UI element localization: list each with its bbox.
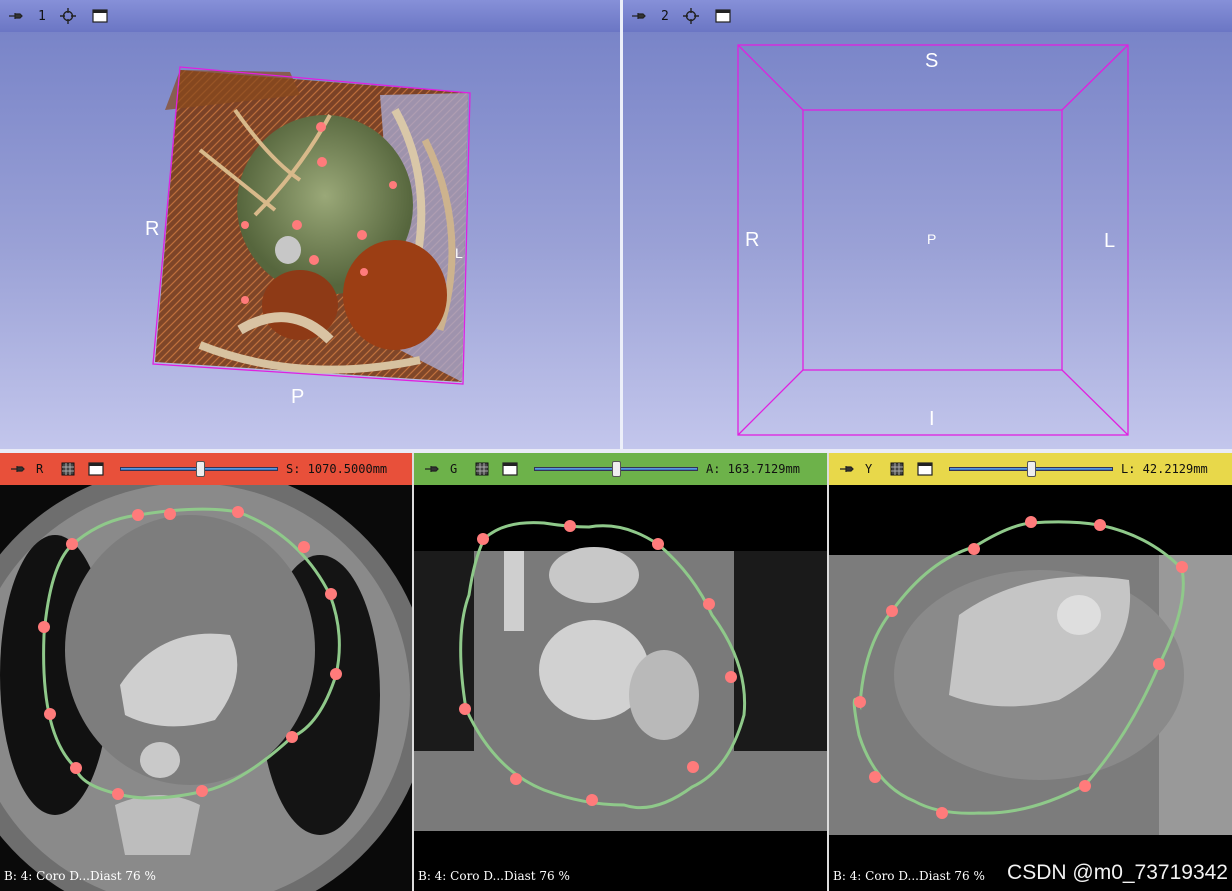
slice-offset-readout: A: 163.7129mm xyxy=(706,462,800,476)
slice-letter: R xyxy=(36,462,44,476)
orientation-top-label: S xyxy=(925,50,939,72)
pin-icon[interactable] xyxy=(8,459,28,479)
slice-info-label: B: 4: Coro D...Diast 76 % xyxy=(4,869,156,883)
coronal-ct-image xyxy=(414,485,827,891)
pin-icon[interactable] xyxy=(422,459,442,479)
slicer-layout: 1 R L P 2 S R P L I R S: 1070.5000mm B: … xyxy=(0,0,1232,891)
orientation-left-label: R xyxy=(145,218,160,240)
slider-thumb[interactable] xyxy=(196,461,205,477)
link-grid-icon[interactable] xyxy=(887,459,907,479)
slice-letter: G xyxy=(450,462,458,476)
orientation-right-label: L xyxy=(1104,230,1116,252)
slider-thumb[interactable] xyxy=(612,461,621,477)
slice-view-green[interactable]: G A: 163.7129mm B: 4: Coro D...Diast 76 … xyxy=(414,453,827,891)
3d-view-1[interactable]: 1 R L P xyxy=(0,0,620,449)
slice-offset-slider[interactable] xyxy=(949,461,1113,477)
sagittal-ct-image xyxy=(829,485,1232,891)
slice-view-yellow[interactable]: Y L: 42.2129mm B: 4: Coro D...Diast 76 %… xyxy=(829,453,1232,891)
slice-red-toolbar: R S: 1070.5000mm xyxy=(0,453,412,485)
slice-view-red[interactable]: R S: 1070.5000mm B: 4: Coro D...Diast 76… xyxy=(0,453,412,891)
slice-info-label: B: 4: Coro D...Diast 76 % xyxy=(418,869,570,883)
orientation-right-label: L xyxy=(455,245,463,261)
slice-offset-slider[interactable] xyxy=(120,461,278,477)
orientation-bottom-label: P xyxy=(291,386,305,408)
heart-volume-render xyxy=(152,66,471,385)
orientation-center-label: P xyxy=(927,231,937,247)
slice-yellow-toolbar: Y L: 42.2129mm xyxy=(829,453,1232,485)
orientation-left-label: R xyxy=(745,229,760,251)
watermark-text: CSDN @m0_73719342 xyxy=(1007,861,1228,884)
link-grid-icon[interactable] xyxy=(472,459,492,479)
3d-view-2[interactable]: 2 S R P L I xyxy=(623,0,1232,449)
slice-letter: Y xyxy=(865,462,873,476)
orientation-bottom-label: I xyxy=(929,408,935,430)
slice-info-label: B: 4: Coro D...Diast 76 % xyxy=(833,869,985,883)
maximize-view-icon[interactable] xyxy=(86,459,106,479)
slice-offset-slider[interactable] xyxy=(534,461,698,477)
axial-ct-image xyxy=(0,485,412,891)
link-grid-icon[interactable] xyxy=(58,459,78,479)
pin-icon[interactable] xyxy=(837,459,857,479)
slider-thumb[interactable] xyxy=(1027,461,1036,477)
slice-green-toolbar: G A: 163.7129mm xyxy=(414,453,827,485)
slice-offset-readout: S: 1070.5000mm xyxy=(286,462,388,476)
maximize-view-icon[interactable] xyxy=(500,459,520,479)
maximize-view-icon[interactable] xyxy=(915,459,935,479)
slice-offset-readout: L: 42.2129mm xyxy=(1121,462,1208,476)
